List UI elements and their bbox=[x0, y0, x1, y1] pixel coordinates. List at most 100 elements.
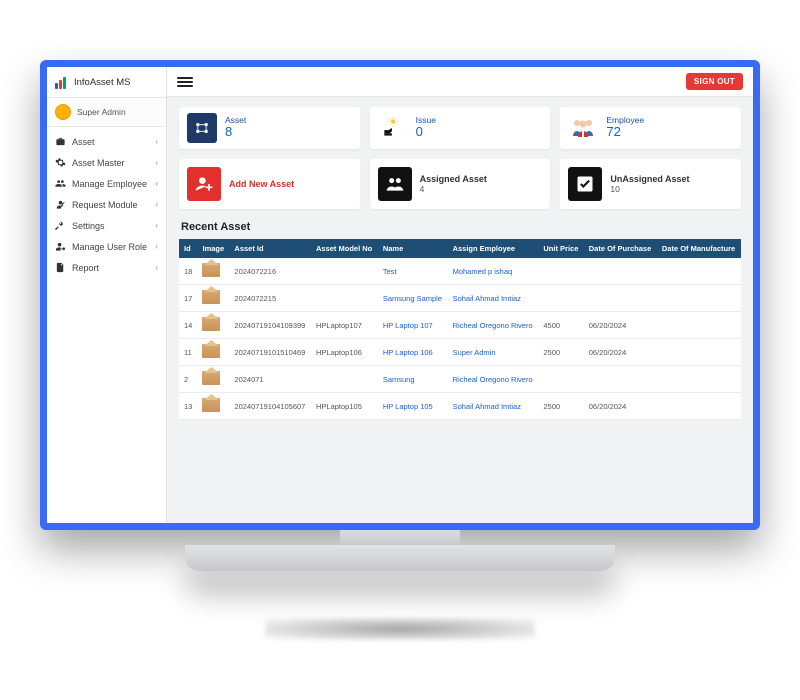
action-title: Assigned Asset bbox=[420, 174, 487, 185]
cell-name[interactable]: Samsung bbox=[378, 366, 448, 393]
col-price[interactable]: Unit Price bbox=[538, 239, 583, 258]
cell-employee[interactable]: Sohail Ahmad Imtiaz bbox=[448, 393, 539, 420]
cell-name[interactable]: HP Laptop 107 bbox=[378, 312, 448, 339]
cell-price: 2500 bbox=[538, 339, 583, 366]
stat-card-employee[interactable]: Employee72 bbox=[560, 107, 741, 149]
cell-price bbox=[538, 366, 583, 393]
sidebar-item-label: Manage User Role bbox=[72, 242, 147, 252]
stat-cards: Asset8 Issue0 Employee72 bbox=[179, 107, 741, 149]
brand-icon bbox=[55, 75, 69, 89]
action-title: Add New Asset bbox=[229, 179, 294, 190]
cell-model: HPLaptop106 bbox=[311, 339, 378, 366]
sidebar-item-label: Manage Employee bbox=[72, 179, 147, 189]
check-icon bbox=[568, 167, 602, 201]
chevron-left-icon: ‹ bbox=[155, 137, 158, 146]
action-card-assigned[interactable]: Assigned Asset4 bbox=[370, 159, 551, 209]
package-icon bbox=[202, 344, 220, 358]
cell-employee[interactable]: Sohail Ahmad Imtiaz bbox=[448, 285, 539, 312]
cell-manufacture bbox=[657, 285, 741, 312]
content: Asset8 Issue0 Employee72 bbox=[167, 97, 753, 430]
sidebar-item-asset-master[interactable]: Asset Master ‹ bbox=[47, 152, 166, 173]
cell-purchase: 06/20/2024 bbox=[584, 312, 657, 339]
cell-employee[interactable]: Richeal Oregono Rivero bbox=[448, 366, 539, 393]
col-model[interactable]: Asset Model No bbox=[311, 239, 378, 258]
cell-manufacture bbox=[657, 258, 741, 285]
asset-stat-icon bbox=[187, 113, 217, 143]
cell-employee[interactable]: Super Admin bbox=[448, 339, 539, 366]
cell-image bbox=[197, 285, 229, 312]
col-manufacture[interactable]: Date Of Manufacture bbox=[657, 239, 741, 258]
cell-price: 4500 bbox=[538, 312, 583, 339]
cell-name[interactable]: HP Laptop 105 bbox=[378, 393, 448, 420]
cell-id: 14 bbox=[179, 312, 197, 339]
action-cards: Add New Asset Assigned Asset4 UnAssigned… bbox=[179, 159, 741, 209]
table-row[interactable]: 1320240719104105607HPLaptop105HP Laptop … bbox=[179, 393, 741, 420]
cell-employee[interactable]: Mohamed p ishaq bbox=[448, 258, 539, 285]
cell-employee[interactable]: Richeal Oregono Rivero bbox=[448, 312, 539, 339]
cell-purchase bbox=[584, 366, 657, 393]
col-id[interactable]: Id bbox=[179, 239, 197, 258]
package-icon bbox=[202, 263, 220, 277]
cell-purchase: 06/20/2024 bbox=[584, 393, 657, 420]
table-row[interactable]: 17 2024072215 Samsung SampleSohail Ahmad I… bbox=[179, 285, 741, 312]
col-name[interactable]: Name bbox=[378, 239, 448, 258]
table-row[interactable]: 182024072216TestMohamed p ishaq bbox=[179, 258, 741, 285]
sidebar-item-asset[interactable]: Asset ‹ bbox=[47, 131, 166, 152]
brand: InfoAsset MS bbox=[47, 67, 166, 98]
app-root: InfoAsset MS Super Admin Asset ‹ Asset M… bbox=[47, 67, 753, 523]
cell-name[interactable]: Test bbox=[378, 258, 448, 285]
sidebar-item-manage-employee[interactable]: Manage Employee ‹ bbox=[47, 173, 166, 194]
col-image[interactable]: Image bbox=[197, 239, 229, 258]
sidebar-item-label: Asset bbox=[72, 137, 95, 147]
user-gear-icon bbox=[55, 241, 66, 252]
cell-name[interactable]: Samsung Sample bbox=[378, 285, 448, 312]
stat-card-issue[interactable]: Issue0 bbox=[370, 107, 551, 149]
sidebar-item-manage-user-role[interactable]: Manage User Role ‹ bbox=[47, 236, 166, 257]
cell-asset-id: 20240719101510469 bbox=[229, 339, 311, 366]
table-row[interactable]: 2 2024071 SamsungRicheal Oregono Rivero bbox=[179, 366, 741, 393]
col-employee[interactable]: Assign Employee bbox=[448, 239, 539, 258]
cell-id: 17 bbox=[179, 285, 197, 312]
action-sub: 4 bbox=[420, 184, 487, 194]
sidebar-item-request-module[interactable]: Request Module ‹ bbox=[47, 194, 166, 215]
table-row[interactable]: 1120240719101510469HPLaptop106HP Laptop … bbox=[179, 339, 741, 366]
signout-button[interactable]: SIGN OUT bbox=[686, 73, 743, 90]
user-role-label: Super Admin bbox=[77, 107, 126, 117]
menu-toggle[interactable] bbox=[177, 77, 193, 87]
user-role-row[interactable]: Super Admin bbox=[47, 98, 166, 127]
briefcase-icon bbox=[55, 136, 66, 147]
stat-value: 0 bbox=[416, 125, 436, 140]
action-card-add-asset[interactable]: Add New Asset bbox=[179, 159, 360, 209]
cell-asset-id: 2024071 bbox=[229, 366, 311, 393]
cell-purchase: 06/20/2024 bbox=[584, 339, 657, 366]
stat-value: 72 bbox=[606, 125, 644, 140]
chevron-left-icon: ‹ bbox=[155, 263, 158, 272]
cell-id: 2 bbox=[179, 366, 197, 393]
cell-image bbox=[197, 312, 229, 339]
col-purchase[interactable]: Date Of Purchase bbox=[584, 239, 657, 258]
stat-card-asset[interactable]: Asset8 bbox=[179, 107, 360, 149]
package-icon bbox=[202, 317, 220, 331]
chevron-left-icon: ‹ bbox=[155, 200, 158, 209]
sidebar-item-settings[interactable]: Settings ‹ bbox=[47, 215, 166, 236]
table-row[interactable]: 1420240719104109399HPLaptop107HP Laptop … bbox=[179, 312, 741, 339]
cell-model: HPLaptop105 bbox=[311, 393, 378, 420]
col-asset-id[interactable]: Asset Id bbox=[229, 239, 311, 258]
sidebar-item-report[interactable]: Report ‹ bbox=[47, 257, 166, 278]
monitor-shadow bbox=[265, 618, 535, 640]
users-icon bbox=[55, 178, 66, 189]
action-card-unassigned[interactable]: UnAssigned Asset10 bbox=[560, 159, 741, 209]
tools-icon bbox=[55, 220, 66, 231]
monitor-frame: InfoAsset MS Super Admin Asset ‹ Asset M… bbox=[40, 60, 760, 530]
chevron-left-icon: ‹ bbox=[155, 158, 158, 167]
cell-manufacture bbox=[657, 339, 741, 366]
cell-model bbox=[311, 366, 378, 393]
topbar: SIGN OUT bbox=[167, 67, 753, 97]
issue-stat-icon bbox=[378, 113, 408, 143]
cell-name[interactable]: HP Laptop 106 bbox=[378, 339, 448, 366]
cell-manufacture bbox=[657, 366, 741, 393]
sidebar-item-label: Settings bbox=[72, 221, 105, 231]
cell-asset-id: 2024072215 bbox=[229, 285, 311, 312]
cell-price bbox=[538, 285, 583, 312]
table-header: Id Image Asset Id Asset Model No Name As… bbox=[179, 239, 741, 258]
